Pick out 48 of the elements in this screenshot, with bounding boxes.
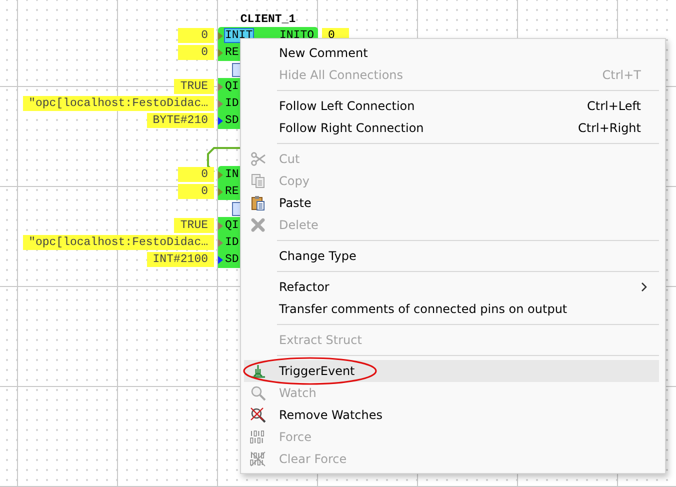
pin-arrow-icon bbox=[218, 256, 223, 264]
input-pin[interactable]: SD bbox=[225, 114, 239, 127]
delete-icon bbox=[250, 217, 266, 233]
shortcut-label: Ctrl+Right bbox=[578, 121, 641, 135]
pin-arrow-icon bbox=[218, 188, 223, 196]
menu-item[interactable]: Remove Watches bbox=[244, 404, 659, 426]
socket-icon[interactable] bbox=[232, 62, 240, 76]
input-pin[interactable]: IN bbox=[225, 168, 239, 181]
pin-value: 0 bbox=[178, 167, 214, 182]
clipboard-icon bbox=[250, 195, 266, 211]
menu-item[interactable]: Transfer comments of connected pins on output bbox=[244, 298, 659, 320]
input-pin[interactable]: ID bbox=[225, 236, 239, 249]
pin-value: 0 bbox=[178, 45, 214, 60]
input-pin[interactable]: ID bbox=[225, 97, 239, 110]
shortcut-label: Ctrl+Left bbox=[587, 99, 641, 113]
pin-value: TRUE bbox=[174, 218, 214, 233]
menu-item[interactable]: Follow Right Connection Ctrl+Right bbox=[244, 117, 659, 139]
socket-icon[interactable] bbox=[232, 202, 240, 216]
menu-item[interactable]: Paste bbox=[244, 192, 659, 214]
pin-value: TRUE bbox=[174, 79, 214, 94]
crossed-binary-icon bbox=[250, 451, 266, 467]
pin-value: "opc[localhost:FestoDidac… bbox=[22, 96, 214, 111]
menu-item[interactable]: TriggerEvent bbox=[244, 360, 659, 382]
pin-value: INT#2100 bbox=[146, 252, 214, 267]
menu-item[interactable]: Follow Left Connection Ctrl+Left bbox=[244, 95, 659, 117]
output-pin[interactable]: INITO bbox=[279, 29, 314, 42]
block-title: CLIENT_1 bbox=[240, 12, 296, 27]
menu-item[interactable]: Refactor bbox=[244, 276, 659, 298]
input-pin[interactable]: QI bbox=[225, 219, 239, 232]
pin-value: 0 bbox=[178, 184, 214, 199]
search-icon bbox=[250, 385, 266, 401]
trigger-icon bbox=[250, 363, 266, 379]
pin-value: "opc[localhost:FestoDidac… bbox=[22, 235, 214, 250]
shortcut-label: Ctrl+T bbox=[602, 68, 641, 82]
menu-item[interactable]: Change Type bbox=[244, 245, 659, 267]
pin-value: 0 bbox=[178, 28, 214, 43]
copy-icon bbox=[250, 173, 266, 189]
input-pin[interactable]: SD bbox=[225, 253, 239, 266]
pin-arrow-icon bbox=[218, 48, 223, 56]
scissors-icon bbox=[250, 151, 266, 167]
pin-arrow-icon bbox=[218, 116, 223, 124]
input-pin[interactable]: RE bbox=[225, 46, 239, 59]
binary-icon bbox=[250, 429, 266, 445]
input-pin[interactable]: RE bbox=[225, 185, 239, 198]
menu-item[interactable]: New Comment bbox=[244, 42, 659, 64]
pin-value: BYTE#210 bbox=[146, 113, 214, 128]
input-pin[interactable]: QI bbox=[225, 80, 239, 93]
remove-watch-icon bbox=[250, 407, 266, 423]
